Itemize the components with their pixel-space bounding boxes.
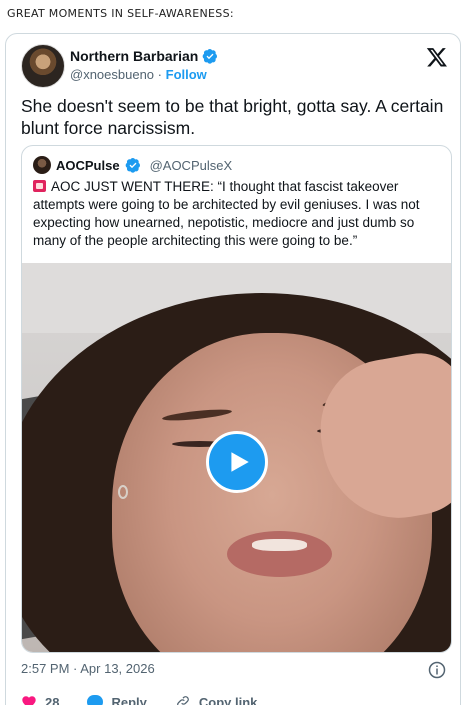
tweet-text: She doesn't seem to be that bright, gott… xyxy=(21,96,444,138)
quoted-author-name[interactable]: AOCPulse xyxy=(56,158,120,173)
author-name-row[interactable]: Northern Barbarian xyxy=(70,48,218,64)
subject-mouth xyxy=(227,531,332,577)
author-handle[interactable]: @xnoesbueno xyxy=(70,67,154,82)
verified-badge-icon xyxy=(202,48,218,64)
video-thumbnail[interactable] xyxy=(22,263,451,652)
siren-icon xyxy=(33,180,46,192)
author-name[interactable]: Northern Barbarian xyxy=(70,48,198,64)
subject-earring xyxy=(118,485,128,499)
quoted-text: AOC JUST WENT THERE: “I thought that fas… xyxy=(33,179,420,248)
copy-link-label: Copy link xyxy=(198,694,258,705)
quoted-tweet[interactable]: AOCPulse @AOCPulseX AOC JUST WENT THERE:… xyxy=(21,145,452,653)
page-caption: GREAT MOMENTS IN SELF-AWARENESS: xyxy=(7,7,234,20)
x-logo-icon[interactable] xyxy=(426,46,448,68)
subject-teeth xyxy=(252,539,307,551)
quoted-author-avatar[interactable] xyxy=(33,156,51,174)
quoted-author-row[interactable]: AOCPulse @AOCPulseX xyxy=(33,156,232,174)
info-icon[interactable] xyxy=(428,661,446,679)
tweet-timestamp[interactable]: 2:57 PM · Apr 13, 2026 xyxy=(21,661,155,676)
play-button[interactable] xyxy=(206,431,268,493)
quoted-text-block: AOC JUST WENT THERE: “I thought that fas… xyxy=(33,178,441,250)
reply-icon xyxy=(87,695,104,705)
heart-icon xyxy=(22,696,36,705)
reply-label: Reply xyxy=(111,694,147,705)
play-icon xyxy=(231,452,249,472)
author-handle-row: @xnoesbueno · Follow xyxy=(70,67,207,82)
follow-button[interactable]: Follow xyxy=(166,67,207,82)
link-icon xyxy=(176,696,189,705)
tweet-actions: 28 Reply Copy link xyxy=(21,694,257,705)
like-button[interactable]: 28 xyxy=(21,695,59,705)
like-count: 28 xyxy=(45,694,60,705)
quoted-author-handle[interactable]: @AOCPulseX xyxy=(150,158,233,173)
author-avatar[interactable] xyxy=(21,44,65,88)
copy-link-button[interactable]: Copy link xyxy=(175,694,258,705)
verified-badge-icon xyxy=(125,157,141,173)
reply-button[interactable]: Reply xyxy=(87,694,147,705)
handle-separator: · xyxy=(157,67,163,82)
embedded-tweet-card[interactable]: Northern Barbarian @xnoesbueno · Follow … xyxy=(5,33,461,705)
